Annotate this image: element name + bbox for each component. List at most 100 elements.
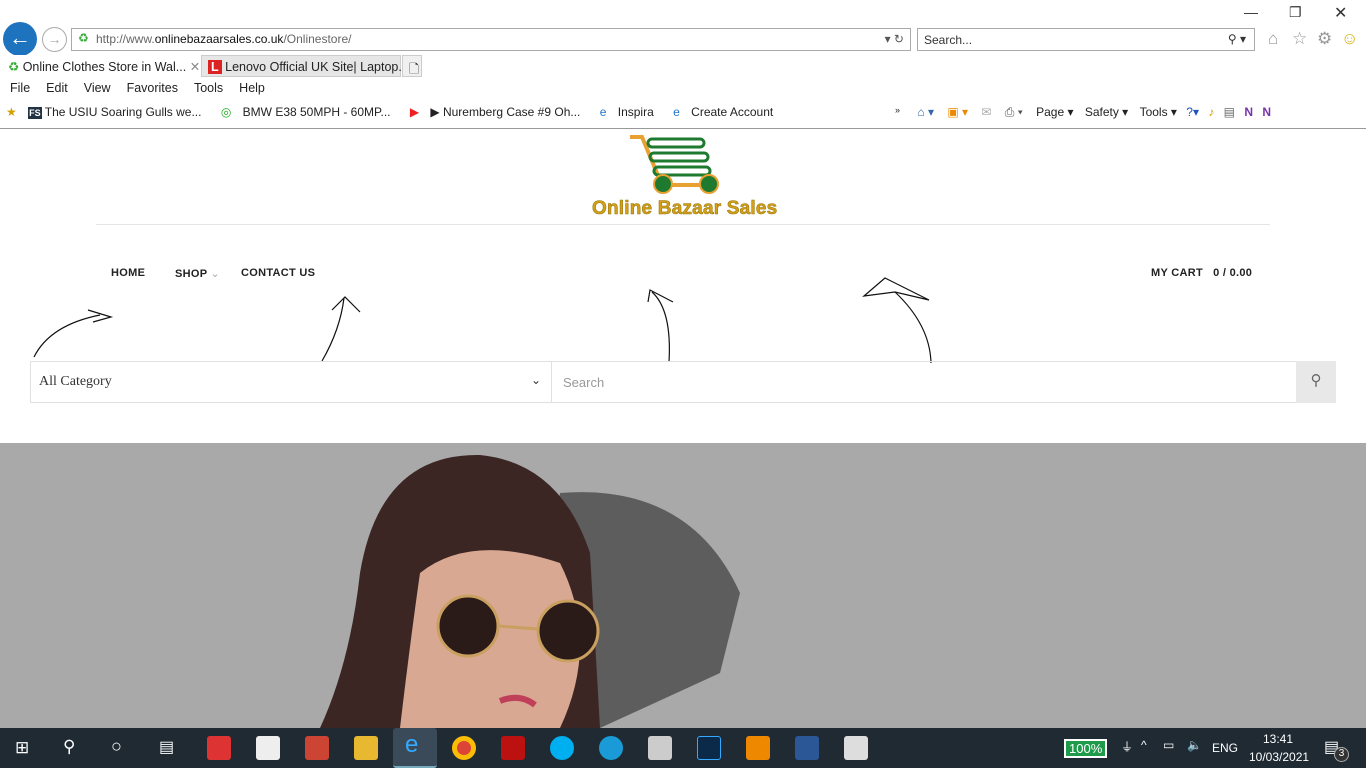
category-value: All Category (39, 374, 112, 389)
recycle-icon: ♻ (78, 31, 89, 45)
cortana-icon[interactable]: ○ (111, 736, 122, 757)
forward-button[interactable]: → (42, 27, 67, 52)
search-placeholder: Search (563, 375, 605, 390)
filezilla-icon[interactable] (501, 736, 525, 760)
gear-icon[interactable]: ⚙ (1317, 29, 1332, 49)
category-select[interactable]: All Category ⌄ (30, 361, 552, 403)
fav-item[interactable]: ▶ ▶ Nuremberg Case #9 Oh... (410, 105, 589, 119)
address-bar[interactable]: ♻ http://www.onlinebazaarsales.co.uk/Onl… (71, 28, 911, 51)
safety-menu[interactable]: Safety ▾ (1085, 105, 1128, 119)
app-icon[interactable] (207, 736, 231, 760)
smiley-icon[interactable]: ☺ (1341, 29, 1358, 49)
tab-online-clothes[interactable]: ♻ Online Clothes Store in Wal... ✕ (2, 55, 200, 77)
battery-percent[interactable]: 100% (1064, 739, 1108, 758)
command-bar: » ⌂ ▾ ▣ ▾ ✉ ⎙ ▾ Page ▾ Safety ▾ Tools ▾ … (895, 105, 1272, 119)
addon-icon[interactable]: ♪ (1208, 105, 1214, 119)
search-button[interactable]: ⚲ (1296, 361, 1336, 403)
search-icon[interactable]: ⚲ (63, 737, 75, 757)
fav-label: Inspira (617, 105, 654, 119)
url-path: /Onlinestore/ (283, 32, 352, 46)
favorites-star-icon[interactable]: ★ (6, 105, 17, 119)
mail-icon[interactable]: ✉ (981, 105, 991, 119)
skype-icon[interactable] (550, 736, 574, 760)
chevron-up-icon[interactable]: ^ (1141, 738, 1147, 752)
notification-count: 3 (1334, 747, 1349, 762)
internet-explorer-icon[interactable]: e (393, 728, 437, 768)
search-icon[interactable]: ⚲ ▾ (1228, 32, 1246, 46)
cart-logo-icon (630, 135, 719, 194)
print-icon[interactable]: ⎙ ▾ (1005, 105, 1023, 119)
back-button[interactable]: ← (3, 22, 37, 56)
app-icon[interactable] (844, 736, 868, 760)
my-cart-link[interactable]: MY CART 0 / 0.00 (1151, 267, 1252, 279)
tab-label: Online Clothes Store in Wal... (22, 60, 187, 74)
fav-label: The USIU Soaring Gulls we... (44, 105, 202, 119)
menu-favorites[interactable]: Favorites (127, 81, 178, 95)
onenote-link-icon[interactable]: N (1262, 105, 1271, 119)
chevron-down-icon: ⌄ (530, 373, 541, 387)
refresh-icon[interactable]: ▾ ↻ (885, 32, 904, 46)
volume-icon[interactable]: 🔈 (1187, 738, 1202, 752)
divider (96, 224, 1270, 225)
photoshop-icon[interactable] (697, 736, 721, 760)
browser-chrome: — ❐ ✕ ← → ♻ http://www.onlinebazaarsales… (0, 0, 1366, 129)
rss-icon[interactable]: ▣ ▾ (947, 105, 968, 119)
cart-label: MY CART (1151, 267, 1204, 279)
menu-tools[interactable]: Tools (194, 81, 223, 95)
restore-button[interactable]: ❐ (1289, 4, 1302, 21)
task-view-icon[interactable]: ▤ (159, 737, 174, 757)
new-tab-button[interactable]: 🗋 (402, 55, 422, 77)
hero-banner-image (0, 443, 1366, 728)
power-plug-icon: ⏚ (1121, 740, 1134, 754)
minimize-button[interactable]: — (1244, 4, 1258, 20)
close-tab-icon[interactable]: ✕ (190, 60, 200, 74)
menu-edit[interactable]: Edit (46, 81, 68, 95)
fav-label: ▶ Nuremberg Case #9 Oh... (430, 105, 581, 119)
clock-time[interactable]: 13:41 (1263, 732, 1293, 746)
onenote-send-icon[interactable]: N (1244, 105, 1253, 119)
search-placeholder: Search... (924, 33, 973, 47)
taskbar: ⊞ ⚲ ○ ▤ e 100% ⏚ ^ ▭ 🔈 ENG 13:41 10/03/2… (0, 728, 1366, 768)
logo-text: Online Bazaar Sales (592, 198, 778, 220)
menu-help[interactable]: Help (239, 81, 265, 95)
favorites-star-icon[interactable]: ☆ (1292, 29, 1307, 49)
product-search-input[interactable]: Search (552, 361, 1297, 403)
fav-item[interactable]: e Inspira (600, 105, 662, 119)
close-button[interactable]: ✕ (1334, 3, 1347, 23)
url-prefix: http://www. (96, 32, 155, 46)
file-explorer-icon[interactable] (354, 736, 378, 760)
language-indicator[interactable]: ENG (1212, 741, 1238, 755)
home-icon[interactable]: ⌂ ▾ (917, 105, 934, 119)
windows-start-icon[interactable]: ⊞ (15, 738, 29, 758)
clock-date[interactable]: 10/03/2021 (1249, 750, 1309, 764)
browser-search-input[interactable]: Search... ⚲ ▾ (917, 28, 1255, 51)
tools-menu[interactable]: Tools ▾ (1140, 105, 1177, 119)
fav-item[interactable]: FS The USIU Soaring Gulls we... (28, 105, 209, 119)
menu-bar: File Edit View Favorites Tools Help (10, 81, 281, 95)
fav-item[interactable]: ◎ BMW E38 50MPH - 60MP... (221, 105, 399, 119)
chrome-icon[interactable] (452, 736, 476, 760)
fav-item[interactable]: e Create Account (673, 105, 781, 119)
menu-file[interactable]: File (10, 81, 30, 95)
battery-icon[interactable]: ▭ (1163, 738, 1174, 752)
fav-label: BMW E38 50MPH - 60MP... (242, 105, 391, 119)
printer-addon-icon[interactable]: ▤ (1224, 105, 1235, 119)
hand-drawn-arrows (33, 277, 932, 364)
store-icon[interactable] (256, 736, 280, 760)
search-icon: ⚲ (1310, 372, 1322, 389)
tab-lenovo[interactable]: L Lenovo Official UK Site| Laptop... (201, 55, 409, 77)
app-icon[interactable] (305, 736, 329, 760)
url-domain: onlinebazaarsales.co.uk (154, 32, 284, 46)
favorites-bar: ★ FS The USIU Soaring Gulls we... ◎ BMW … (6, 105, 789, 119)
edge-icon[interactable] (599, 736, 623, 760)
vlc-icon[interactable] (746, 736, 770, 760)
tab-label: Lenovo Official UK Site| Laptop... (225, 60, 409, 74)
menu-view[interactable]: View (84, 81, 111, 95)
cart-value: 0 / 0.00 (1213, 267, 1253, 279)
home-icon[interactable]: ⌂ (1268, 29, 1278, 49)
word-icon[interactable] (795, 736, 819, 760)
fav-label: Create Account (691, 105, 774, 119)
app-icon[interactable] (648, 736, 672, 760)
page-menu[interactable]: Page ▾ (1036, 105, 1073, 119)
help-icon[interactable]: ?▾ (1186, 105, 1199, 119)
